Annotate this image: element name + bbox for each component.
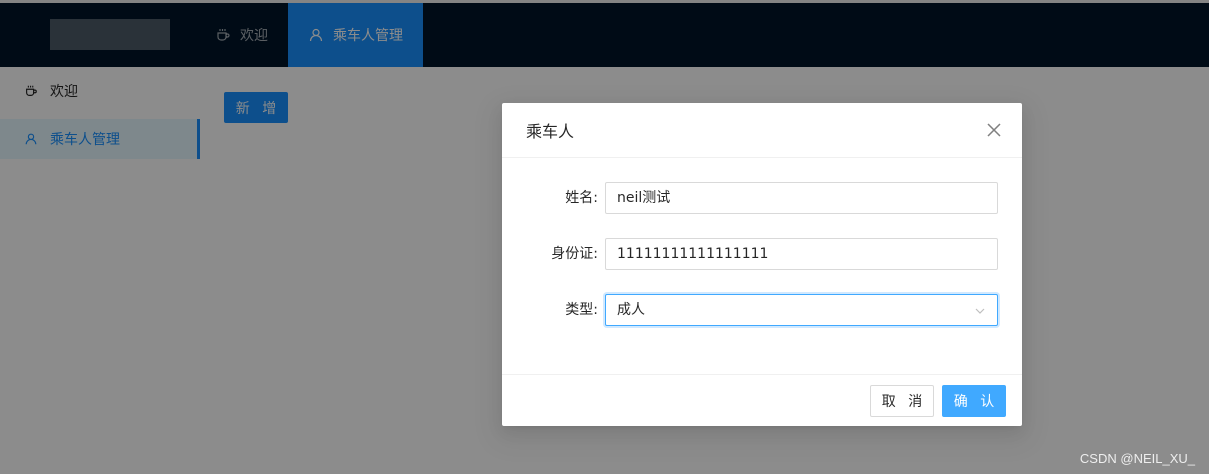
name-input[interactable]: neil测试 [605, 182, 998, 214]
name-label: 姓名: [565, 190, 598, 206]
form-row-id-card: 身份证: 11111111111111111 [502, 238, 1022, 270]
watermark: CSDN @NEIL_XU_ [1079, 451, 1195, 466]
modal-header: 乘车人 [502, 103, 1022, 158]
confirm-button[interactable]: 确 认 [942, 385, 1006, 417]
type-select[interactable]: 成人 [605, 294, 998, 326]
modal-close-button[interactable] [984, 120, 1004, 140]
cancel-button[interactable]: 取 消 [870, 385, 934, 417]
type-select-value: 成人 [617, 302, 645, 318]
form-row-name: 姓名: neil测试 [502, 182, 1022, 214]
close-icon [987, 123, 1001, 137]
modal-footer: 取 消 确 认 [502, 374, 1022, 426]
form-row-type: 类型: 成人 [502, 294, 1022, 326]
modal-title: 乘车人 [526, 122, 575, 141]
type-label: 类型: [565, 302, 598, 318]
id-card-input[interactable]: 11111111111111111 [605, 238, 998, 270]
id-card-label: 身份证: [551, 246, 598, 262]
passenger-modal: 乘车人 姓名: neil测试 身份证: 11111111111111111 类型… [502, 103, 1022, 426]
chevron-down-icon [974, 305, 986, 317]
